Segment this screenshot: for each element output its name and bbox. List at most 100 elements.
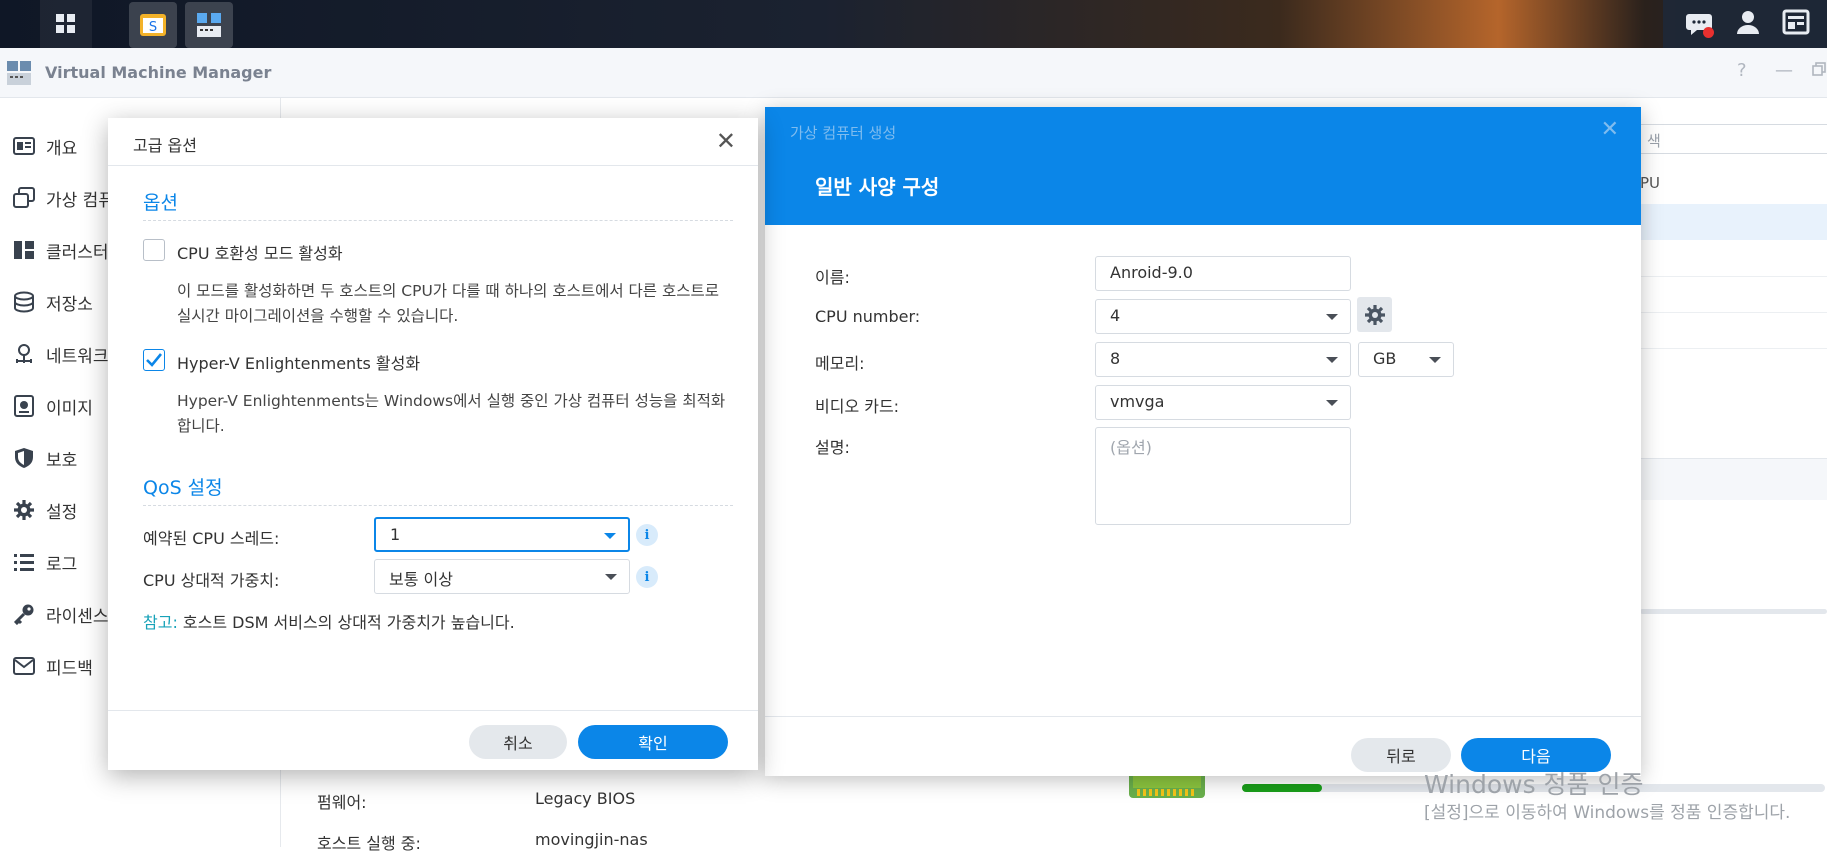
sidebar-item-label: 로그 [46,554,78,575]
hyperv-label: Hyper-V Enlightenments 활성화 [177,354,421,373]
cluster-icon [12,238,36,262]
vmm-app-icon[interactable] [185,2,233,48]
chevron-down-icon [1326,357,1338,363]
close-icon[interactable]: ✕ [1601,117,1619,142]
scrollbar-track[interactable] [1640,609,1827,614]
video-card-label: 비디오 카드: [815,397,900,416]
minimize-button[interactable]: — [1775,60,1793,81]
checkmark-icon [146,353,163,367]
close-icon[interactable]: ✕ [716,127,736,155]
tray [1663,0,1827,48]
memory-unit-value: GB [1373,349,1397,368]
activation-watermark-title: Windows 정품 인증 [1424,770,1644,799]
memory-usage-fill [1242,784,1322,792]
chevron-down-icon [1326,314,1338,320]
section-divider [143,505,733,506]
reserved-cpu-select[interactable]: 1 [374,517,630,552]
cpu-compat-checkbox[interactable] [143,239,165,261]
shield-icon [12,446,36,470]
sidebar-item-label: 개요 [46,138,78,159]
overview-icon [12,134,36,158]
chevron-down-icon [604,533,616,539]
vmm-logo-icon [6,60,32,86]
row-divider [1640,348,1827,349]
sidebar-item-label: 피드백 [46,658,93,679]
sidebar-item-label: 저장소 [46,294,93,315]
widgets-icon[interactable] [1781,9,1811,39]
cpu-weight-select[interactable]: 보통 이상 [374,559,630,594]
ok-button[interactable]: 확인 [578,725,728,759]
sidebar-item-label: 이미지 [46,398,93,419]
section-divider [143,220,733,221]
memory-label: 메모리: [815,354,865,373]
hyperv-checkbox[interactable] [143,349,165,371]
list-icon [12,550,36,574]
info-icon[interactable]: i [636,566,658,588]
virtual-machine-icon [12,186,36,210]
memory-select[interactable]: 8 [1095,342,1351,377]
dialog-window-title: 가상 컴퓨터 생성 [790,124,897,142]
cpu-compat-description: 이 모드를 활성화하면 두 호스트의 CPU가 다를 때 하나의 호스트에서 다… [177,282,720,325]
qos-section-title: QoS 설정 [143,477,223,499]
cpu-select[interactable]: 4 [1095,299,1351,334]
video-card-select[interactable]: vmvga [1095,385,1351,420]
cpu-weight-value: 보통 이상 [389,570,453,589]
sidebar-item-label: 클러스터 [46,242,109,263]
host-label: 호스트 실행 중: [317,834,421,853]
memory-unit-select[interactable]: GB [1358,342,1454,377]
firmware-label: 펌웨어: [317,793,367,812]
gear-icon [1364,304,1385,325]
detail-tab-bar [1640,458,1827,500]
restore-icon[interactable] [1812,60,1826,81]
selected-row[interactable] [1640,204,1827,240]
dialog-title: 고급 옵션 [133,136,197,155]
note-body: 호스트 DSM 서비스의 상대적 가중치가 높습니다. [177,613,515,632]
row-divider [1640,276,1827,277]
host-value: movingjin-nas [535,830,648,849]
sidebar-item-label: 설정 [46,502,78,523]
description-textarea[interactable]: (옵션) [1095,427,1351,525]
cpu-weight-label: CPU 상대적 가중치: [143,571,280,590]
video-card-value: vmvga [1110,392,1165,411]
hyperv-description: Hyper-V Enlightenments는 Windows에서 실행 중인 … [177,392,726,435]
user-icon[interactable] [1733,9,1763,39]
name-value: Anroid-9.0 [1110,263,1193,282]
gear-icon [12,498,36,522]
notification-dot [1703,27,1714,38]
help-button[interactable]: ? [1737,60,1747,81]
name-field[interactable]: Anroid-9.0 [1095,256,1351,291]
activation-watermark-text: [설정]으로 이동하여 Windows를 정품 인증합니다. [1424,803,1791,823]
create-vm-dialog: 가상 컴퓨터 생성 ✕ 일반 사양 구성 이름: Anroid-9.0 CPU … [765,107,1641,776]
chevron-down-icon [1429,357,1441,363]
reserved-cpu-label: 예약된 CPU 스레드: [143,529,280,548]
sidebar-item-label: 보호 [46,450,78,471]
options-section-title: 옵션 [143,192,178,214]
svg-text:S: S [149,20,157,35]
cancel-button[interactable]: 취소 [469,725,567,759]
cpu-settings-button[interactable] [1357,297,1392,332]
search-input[interactable]: 색 [1640,124,1827,154]
chevron-down-icon [1326,400,1338,406]
name-label: 이름: [815,268,850,287]
network-icon [12,342,36,366]
row-divider [1640,312,1827,313]
sidebar-item-label: 가상 컴퓨 [46,190,114,211]
search-placeholder: 색 [1647,132,1661,150]
cpu-compat-label: CPU 호환성 모드 활성화 [177,244,343,263]
apps-grid-icon[interactable] [40,0,92,48]
info-icon[interactable]: i [636,524,658,546]
chat-icon[interactable] [1684,9,1714,39]
dialog-footer: 취소 확인 [108,710,758,770]
reserved-cpu-value: 1 [390,525,401,544]
image-icon [12,394,36,418]
column-header-cpu: PU [1640,174,1661,192]
mail-icon [12,654,36,678]
note-prefix: 참고: [143,613,178,632]
cpu-value: 4 [1110,306,1121,325]
memory-value: 8 [1110,349,1121,368]
app-icon[interactable]: S [129,2,177,48]
description-label: 설명: [815,438,850,457]
dialog-header: 가상 컴퓨터 생성 ✕ 일반 사양 구성 [765,107,1641,225]
firmware-value: Legacy BIOS [535,789,636,808]
chevron-down-icon [605,574,617,580]
